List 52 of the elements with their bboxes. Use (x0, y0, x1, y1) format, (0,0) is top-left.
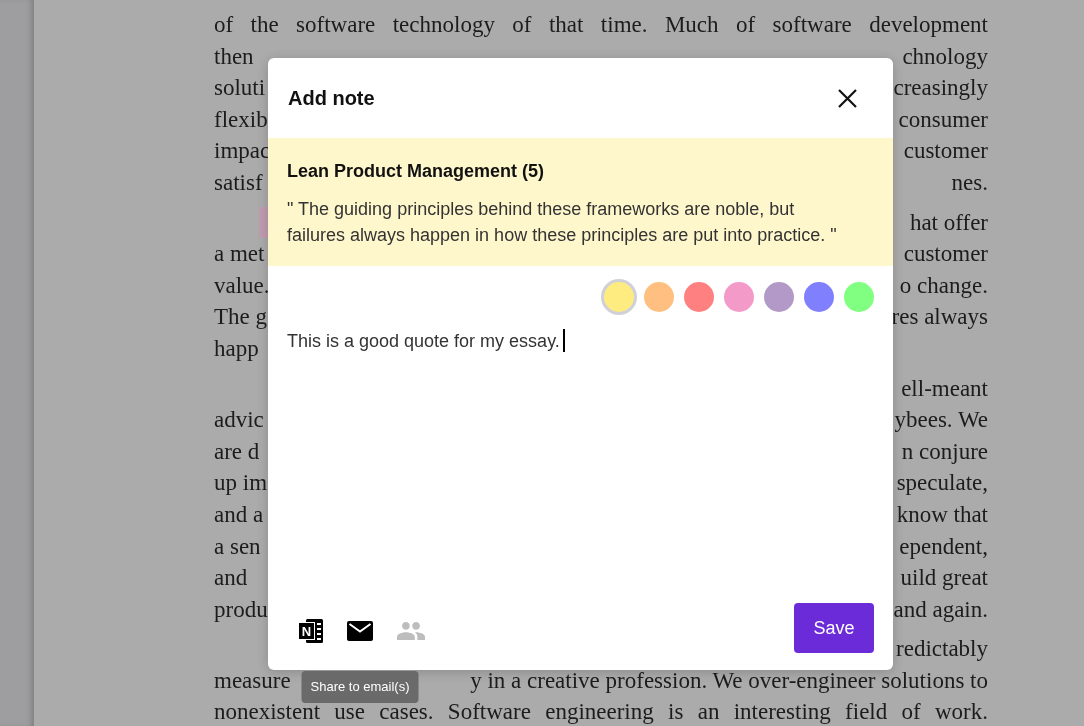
book-title: Lean Product Management (5) (287, 160, 546, 183)
text-fragment: chnology (902, 42, 988, 71)
text-fragment: customer (903, 240, 988, 269)
text-fragment: up im (214, 469, 268, 498)
text-fragment: and a (214, 500, 264, 529)
color-swatch[interactable] (844, 282, 874, 312)
text-fragment: o change. (899, 271, 988, 300)
text-fragment: ybees. We (894, 406, 988, 435)
dialog-title: Add note (288, 86, 375, 111)
text-fragment: happ (214, 334, 259, 363)
text-fragment: value. (214, 271, 270, 300)
text-line: of the software technology of that time. Much of software development (214, 11, 988, 39)
text-fragment: are d (214, 437, 260, 466)
text-fragment: hat offer (909, 208, 988, 237)
text-fragment: speculate, (896, 469, 988, 498)
text-fragment: y in a creative profession. We over-engineer solutions to (470, 666, 988, 695)
note-field[interactable]: This is a good quote for my essay. (268, 315, 893, 603)
text-fragment: impac (214, 137, 271, 166)
text-fragment: then (214, 42, 254, 71)
color-swatch[interactable] (724, 282, 754, 312)
text-fragment: produ (214, 595, 268, 624)
text-fragment: advic (214, 406, 264, 435)
text-fragment: nes. (951, 168, 988, 197)
color-swatch[interactable] (804, 282, 834, 312)
color-swatch[interactable] (644, 282, 674, 312)
text-fragment: creasingly (893, 74, 988, 103)
tooltip: Share to email(s) (301, 671, 419, 703)
text-fragment: measure (214, 666, 291, 695)
quote-text: " The guiding principles behind these frameworks are noble, but failures always happen in how these principles are put into practice. " (287, 198, 838, 247)
save-button[interactable]: Save (794, 603, 874, 653)
text-fragment: and again. (893, 595, 988, 624)
mail-icon[interactable] (347, 621, 373, 641)
text-fragment: ependent, (899, 532, 988, 561)
text-fragment: consumer (898, 105, 988, 134)
text-fragment: soluti (214, 74, 266, 103)
text-fragment: satisf (214, 168, 263, 197)
text-fragment: flexib (214, 105, 268, 134)
color-swatch[interactable] (684, 282, 714, 312)
text-fragment: The g (214, 303, 267, 332)
text-fragment: and (214, 564, 248, 593)
close-icon[interactable] (838, 88, 857, 108)
text-fragment: res always (891, 303, 988, 332)
text-fragment: customer (903, 137, 988, 166)
text-fragment: ell-meant (901, 374, 988, 403)
text-fragment: a met (214, 240, 265, 269)
text-fragment: a sen (214, 532, 261, 561)
color-swatch[interactable] (764, 282, 794, 312)
text-fragment: n conjure (901, 437, 988, 466)
text-fragment: know that (896, 500, 988, 529)
text-fragment: uild great (900, 564, 988, 593)
text-fragment: redictably (896, 635, 988, 664)
color-swatch[interactable] (601, 279, 637, 315)
